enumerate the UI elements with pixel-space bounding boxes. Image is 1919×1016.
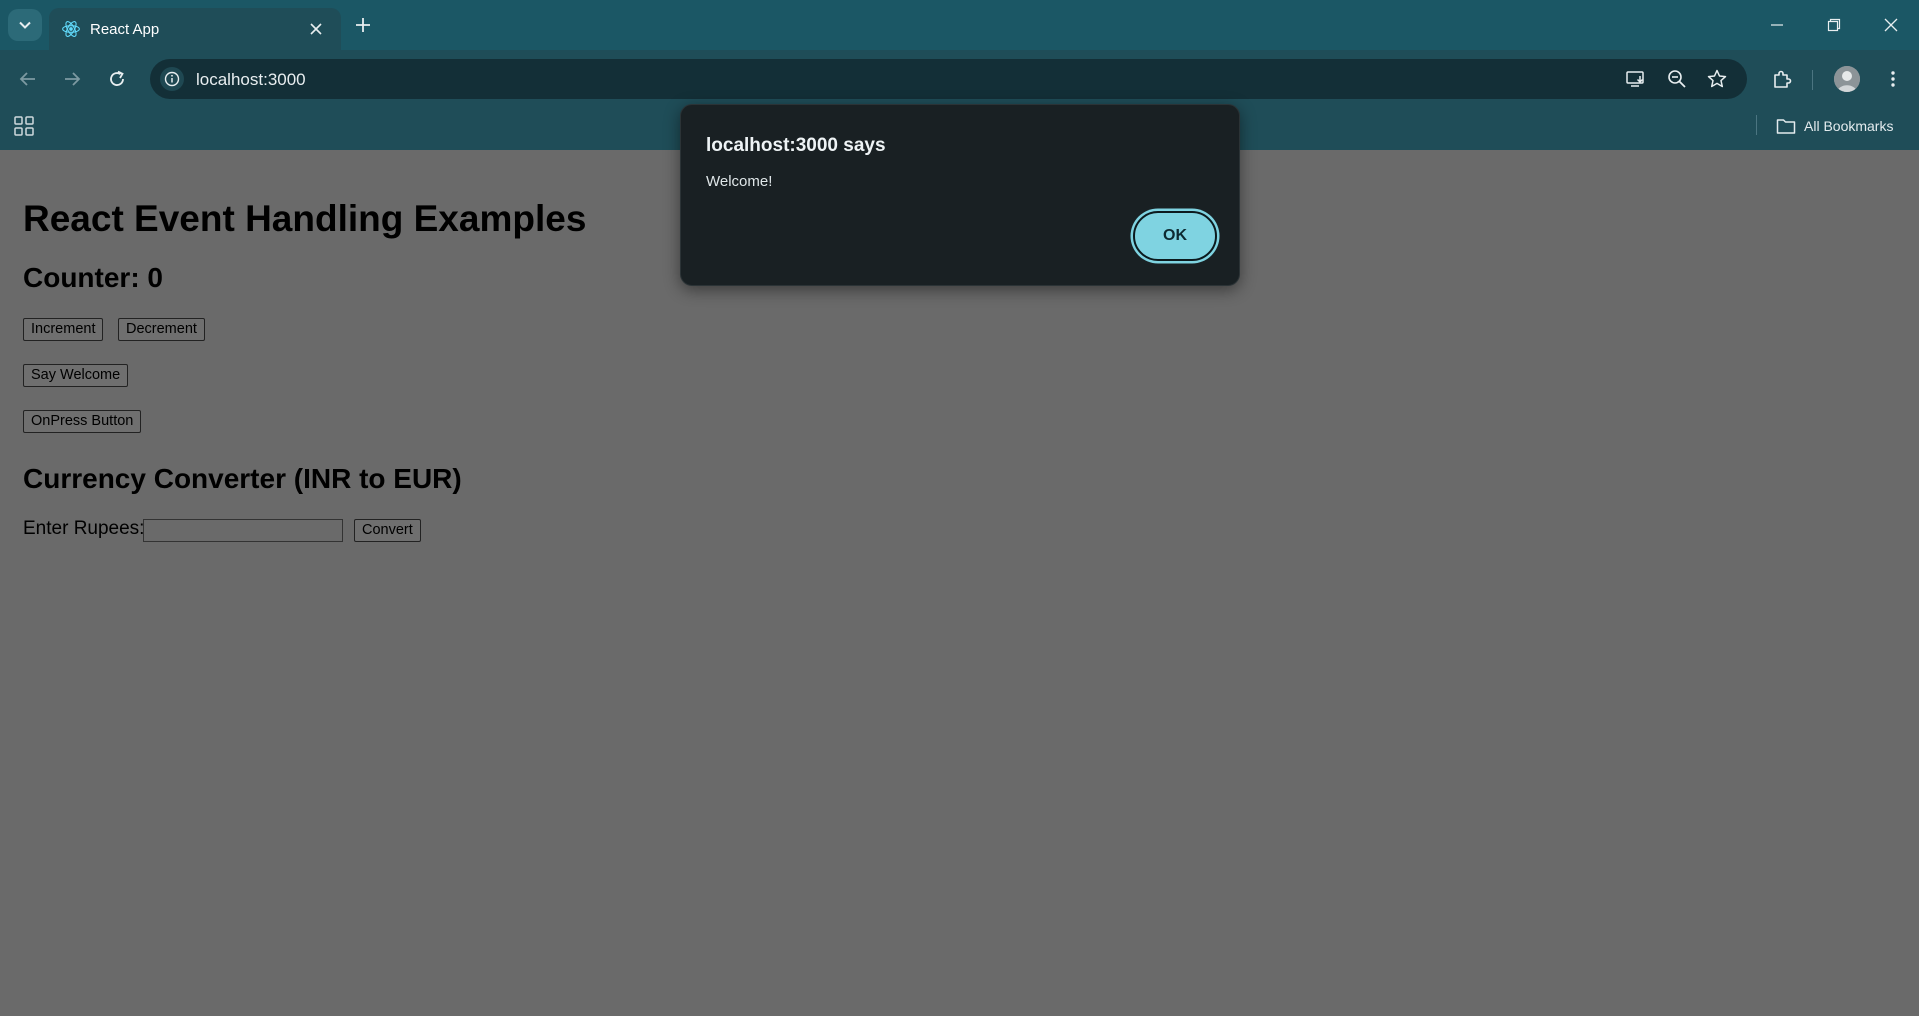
- bookmarks-divider: [1756, 115, 1757, 135]
- browser-menu-button[interactable]: [1880, 66, 1906, 92]
- react-logo-icon: [62, 21, 80, 37]
- close-icon: [1884, 18, 1898, 32]
- profile-avatar[interactable]: [1834, 66, 1860, 92]
- browser-toolbar: localhost:3000: [0, 50, 1919, 108]
- forward-button[interactable]: [58, 65, 86, 93]
- arrow-right-icon: [65, 72, 81, 86]
- chevron-down-icon: [19, 21, 31, 29]
- url-text: localhost:3000: [196, 70, 306, 89]
- rupees-label: Enter Rupees:: [23, 518, 145, 539]
- arrow-left-icon: [19, 72, 35, 86]
- info-icon: [164, 71, 180, 87]
- all-bookmarks-button[interactable]: All Bookmarks: [1776, 115, 1893, 137]
- reload-button[interactable]: [103, 65, 131, 93]
- decrement-button[interactable]: Decrement: [118, 318, 205, 341]
- counter-heading: Counter: 0: [23, 262, 163, 293]
- alert-dialog: localhost:3000 says Welcome! OK: [680, 104, 1240, 286]
- toolbar-divider: [1812, 70, 1813, 90]
- ok-button[interactable]: OK: [1133, 211, 1217, 261]
- back-button[interactable]: [14, 65, 42, 93]
- new-tab-icon[interactable]: [352, 14, 374, 36]
- tab-strip: React App: [0, 0, 1919, 50]
- reload-icon: [110, 70, 124, 86]
- close-icon[interactable]: [307, 20, 325, 38]
- tab-title: React App: [90, 21, 160, 38]
- onpress-button[interactable]: OnPress Button: [23, 410, 142, 433]
- extensions-button[interactable]: [1769, 66, 1795, 92]
- minimize-button[interactable]: [1754, 10, 1800, 40]
- install-app-icon[interactable]: [1625, 68, 1647, 90]
- zoom-out-icon[interactable]: [1666, 68, 1688, 90]
- dialog-title: localhost:3000 says: [706, 135, 886, 156]
- all-bookmarks-label: All Bookmarks: [1804, 118, 1894, 134]
- puzzle-icon: [1774, 70, 1792, 88]
- active-tab[interactable]: React App: [49, 8, 341, 50]
- apps-grid-icon[interactable]: [14, 116, 34, 136]
- window-close-button[interactable]: [1868, 10, 1914, 40]
- address-bar[interactable]: localhost:3000: [150, 59, 1747, 99]
- increment-button[interactable]: Increment: [23, 318, 104, 341]
- bookmark-star-icon[interactable]: [1706, 68, 1728, 90]
- avatar-icon: [1834, 66, 1860, 92]
- folder-icon: [1776, 119, 1796, 134]
- tab-search-button[interactable]: [8, 9, 42, 41]
- convert-button[interactable]: Convert: [354, 519, 421, 542]
- page-title: React Event Handling Examples: [23, 198, 587, 239]
- restore-button[interactable]: [1811, 10, 1857, 40]
- currency-converter-heading: Currency Converter (INR to EUR): [23, 463, 462, 494]
- site-info-button[interactable]: [160, 67, 184, 91]
- restore-icon: [1827, 18, 1841, 32]
- dialog-message: Welcome!: [706, 173, 773, 190]
- minimize-icon: [1771, 24, 1783, 26]
- rupees-input[interactable]: [143, 519, 343, 542]
- more-vert-icon: [1891, 71, 1895, 87]
- say-welcome-button[interactable]: Say Welcome: [23, 364, 129, 387]
